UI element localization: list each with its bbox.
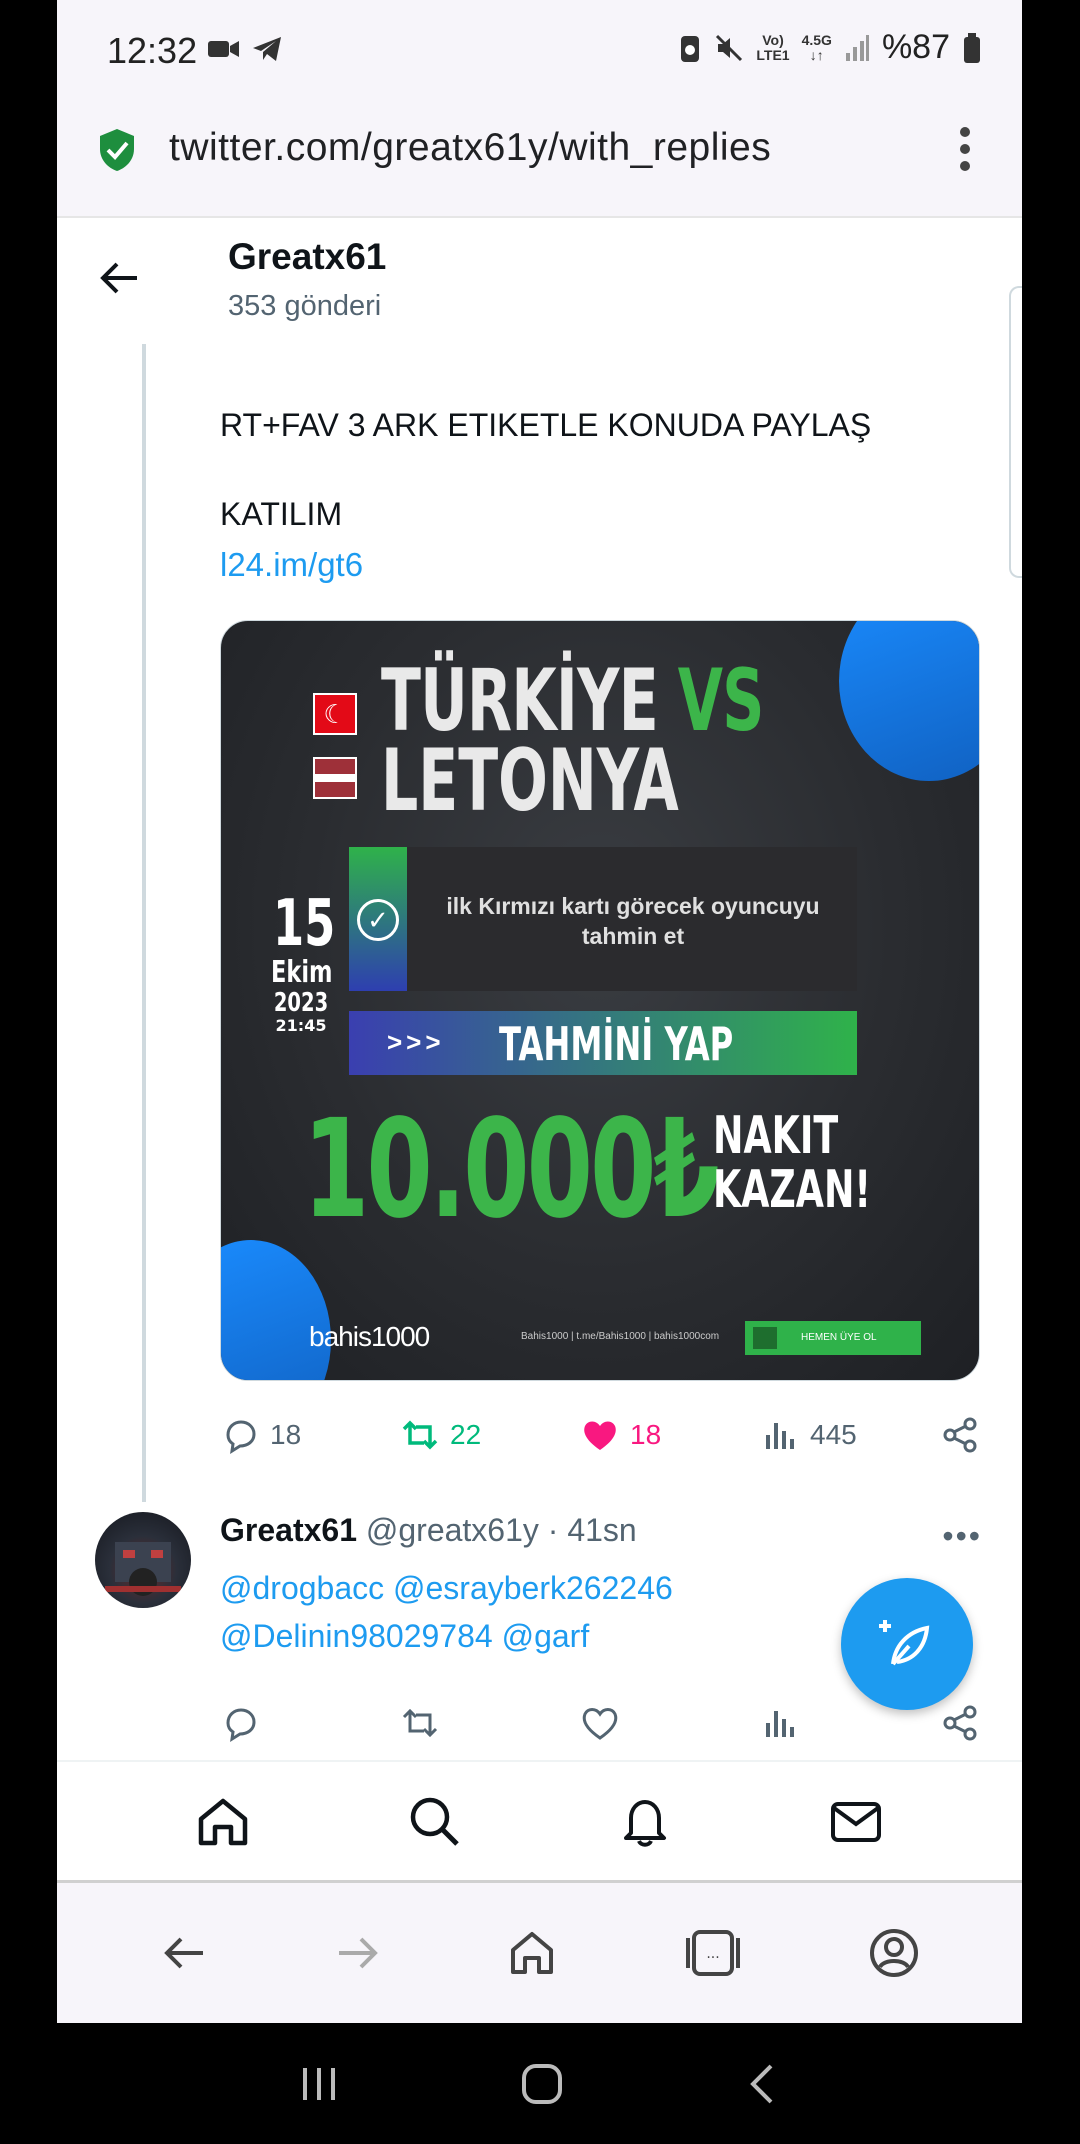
- telegram-icon: [253, 37, 281, 61]
- card-team2: LETONYA: [381, 731, 679, 831]
- tweet-image[interactable]: ☾ TÜRKİYE VS LETONYA 15 Ekim 2023 21:45 …: [220, 620, 980, 1381]
- browser-forward-icon[interactable]: [333, 1931, 383, 1975]
- decor-blob: [221, 1240, 331, 1380]
- video-camera-icon: [208, 41, 239, 57]
- network-type: 4.5G ↓↑: [801, 31, 832, 63]
- decor-blob: [839, 621, 979, 781]
- card-amount: 10.000₺: [303, 1091, 720, 1249]
- check-circle-icon: ✓: [357, 899, 399, 941]
- tweet-link[interactable]: l24.im/gt6: [220, 546, 363, 584]
- views-chart-icon: [766, 1711, 794, 1737]
- browser-url-bar[interactable]: twitter.com/greatx61y/with_replies: [57, 100, 1022, 218]
- mute-icon: [716, 34, 743, 61]
- reply-button[interactable]: 18: [220, 1415, 400, 1455]
- card-cta: HEMEN ÜYE OL: [745, 1321, 921, 1355]
- mentions-line[interactable]: @drogbacc @esrayberk262246: [220, 1564, 840, 1612]
- heart-icon: [582, 1708, 618, 1740]
- view-count: 445: [810, 1419, 857, 1450]
- tweet2-mentions: @drogbacc @esrayberk262246 @Delinin98029…: [220, 1564, 840, 1660]
- like-count: 18: [630, 1419, 662, 1450]
- more-options-icon[interactable]: •••: [942, 1518, 982, 1555]
- svg-text:...: ...: [706, 1946, 719, 1962]
- share-button[interactable]: [940, 1703, 980, 1743]
- latvia-flag-icon: [313, 757, 357, 799]
- card-footer: bahis1000 Bahis1000 | t.me/Bahis1000 | b…: [309, 1321, 921, 1355]
- views-chart-icon: [766, 1423, 794, 1449]
- like-button[interactable]: [580, 1703, 760, 1743]
- browser-back-icon[interactable]: [159, 1931, 209, 1975]
- recent-apps-icon[interactable]: [297, 2064, 341, 2104]
- views-button[interactable]: 445: [760, 1415, 940, 1455]
- browser-home-icon[interactable]: [507, 1928, 557, 1978]
- system-home-icon[interactable]: [520, 2062, 564, 2106]
- card-info-box: ✓ ilk Kırmızı kartı görecek oyuncuyu tah…: [349, 847, 857, 991]
- tweet1-actions: 18 22 18 445: [220, 1410, 1000, 1460]
- app-tab-bar: [57, 1760, 1022, 1880]
- tweet-text-line2: KATILIM: [220, 496, 343, 532]
- card-predict-button: >>> TAHMİNİ YAP: [349, 1011, 857, 1075]
- notifications-bell-icon[interactable]: [617, 1793, 673, 1849]
- card-date: 15 Ekim 2023 21:45: [271, 887, 336, 1035]
- search-icon[interactable]: [406, 1793, 462, 1849]
- status-time: 12:32: [107, 30, 198, 71]
- reply-icon: [226, 1708, 256, 1742]
- browser-profile-icon[interactable]: [868, 1927, 920, 1979]
- share-icon: [943, 1417, 977, 1453]
- back-arrow-icon[interactable]: [97, 258, 141, 298]
- system-nav-bar: [57, 2023, 1022, 2144]
- turkey-flag-icon: ☾: [313, 693, 357, 735]
- card-social-links: Bahis1000 | t.me/Bahis1000 | bahis1000co…: [521, 1331, 720, 1342]
- more-vertical-icon[interactable]: [958, 124, 972, 174]
- thread-line: [142, 344, 146, 1502]
- phone-screen: 12:32 Vo) LTE1 4.5G ↓↑ %87 twitter.com/gre…: [57, 0, 1022, 2144]
- system-back-icon[interactable]: [743, 2062, 783, 2106]
- mentions-line[interactable]: @Delinin98029784 @garf: [220, 1612, 840, 1660]
- reply-button[interactable]: [220, 1703, 400, 1743]
- reply-icon: [226, 1420, 256, 1454]
- heart-filled-icon: [584, 1421, 616, 1450]
- url-text[interactable]: twitter.com/greatx61y/with_replies: [169, 126, 771, 170]
- side-edge-handle[interactable]: [1009, 286, 1022, 578]
- avatar[interactable]: [95, 1512, 191, 1608]
- card-nakit-kazan: NAKIT KAZAN!: [713, 1106, 872, 1220]
- browser-tabs-icon[interactable]: ...: [682, 1928, 744, 1978]
- retweet-button[interactable]: 22: [400, 1415, 580, 1455]
- messages-mail-icon[interactable]: [828, 1793, 884, 1849]
- tweet-text-line1: RT+FAV 3 ARK ETIKETLE KONUDA PAYLAŞ: [220, 407, 872, 443]
- tweet2-header: Greatx61 @greatx61y · 41sn: [220, 1512, 637, 1549]
- share-icon: [943, 1705, 977, 1741]
- tweet2-handle-time[interactable]: @greatx61y · 41sn: [366, 1512, 637, 1548]
- reply-count: 18: [270, 1419, 302, 1450]
- retweet-icon: [402, 1420, 438, 1450]
- compose-feather-icon: [879, 1620, 930, 1666]
- secure-shield-icon[interactable]: [97, 127, 137, 173]
- retweet-button[interactable]: [400, 1703, 580, 1743]
- avatar-image: [105, 1542, 181, 1596]
- status-right: Vo) LTE1 4.5G ↓↑ %87: [678, 28, 982, 67]
- retweet-count: 22: [450, 1419, 482, 1450]
- card-brand-logo: bahis1000: [309, 1321, 430, 1352]
- battery-icon: [964, 32, 980, 63]
- post-count: 353 gönderi: [228, 290, 382, 322]
- status-bar: 12:32 Vo) LTE1 4.5G ↓↑ %87: [57, 0, 1022, 100]
- share-button[interactable]: [940, 1415, 980, 1455]
- card-box-accent: ✓: [349, 847, 407, 991]
- compose-tweet-button[interactable]: [841, 1578, 973, 1710]
- profile-name: Greatx61: [228, 236, 387, 277]
- volte-indicator: Vo) LTE1: [756, 31, 790, 63]
- card-box-text: ilk Kırmızı kartı görecek oyuncuyu tahmi…: [446, 893, 820, 949]
- browser-toolbar: ...: [57, 1883, 1022, 2023]
- status-left-icons: [207, 34, 283, 64]
- battery-saver-icon: [681, 35, 700, 62]
- signal-icon: [845, 34, 869, 61]
- battery-percent: %87: [881, 28, 950, 66]
- like-button[interactable]: 18: [580, 1415, 760, 1455]
- tweet2-author-name[interactable]: Greatx61: [220, 1512, 357, 1548]
- profile-header: Greatx61 353 gönderi: [57, 220, 1022, 340]
- retweet-icon: [402, 1708, 438, 1738]
- home-icon[interactable]: [195, 1793, 251, 1849]
